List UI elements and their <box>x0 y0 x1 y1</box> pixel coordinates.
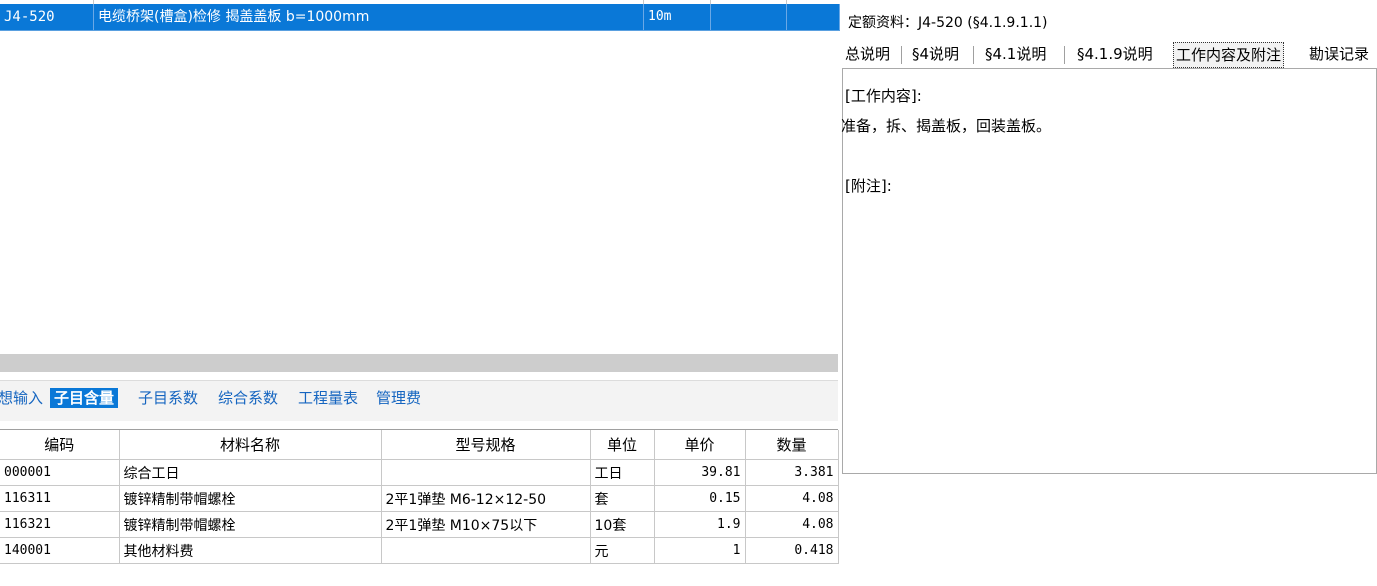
notes-heading: [附注]: <box>845 177 892 195</box>
quota-list-pane: J4-520 电缆桥架(槽盒)检修 揭盖盖板 b=1000mm 10m 想输入 … <box>0 0 840 585</box>
tab-section-4-1-9-notes[interactable]: §4.1.9说明 <box>1075 42 1155 66</box>
cell-price[interactable]: 0.15 <box>654 485 746 512</box>
quota-info-tabs: 总说明 §4说明 §4.1说明 §4.1.9说明 工作内容及附注 勘误记录 <box>840 42 1377 68</box>
tab-section-4-notes[interactable]: §4说明 <box>910 42 961 66</box>
tab-errata[interactable]: 勘误记录 <box>1307 42 1371 66</box>
column-header-unit[interactable]: 单位 <box>590 430 655 460</box>
column-header-code[interactable]: 编码 <box>0 430 120 460</box>
tab-sub-item-coefficient[interactable]: 子目系数 <box>138 388 198 408</box>
cell-qty[interactable]: 4.08 <box>745 511 839 538</box>
work-content-text: 准备，拆、揭盖板，回装盖板。 <box>841 117 1052 135</box>
right-top-edge <box>840 0 1377 4</box>
quota-empty-cell[interactable] <box>711 4 787 30</box>
table-row[interactable]: 116321 镀锌精制带帽螺栓 2平1弹垫 M10×75以下 10套 1.9 4… <box>0 511 839 538</box>
cell-name[interactable]: 镀锌精制带帽螺栓 <box>119 485 382 512</box>
cell-name[interactable]: 综合工日 <box>119 459 382 486</box>
cell-price[interactable]: 1.9 <box>654 511 746 538</box>
tab-general-notes[interactable]: 总说明 <box>843 42 892 66</box>
selected-quota-row[interactable]: J4-520 电缆桥架(槽盒)检修 揭盖盖板 b=1000mm 10m <box>0 4 840 31</box>
cell-code[interactable]: 000001 <box>0 459 120 486</box>
table-row[interactable]: 140001 其他材料费 元 1 0.418 <box>0 537 839 564</box>
table-row[interactable]: 116311 镀锌精制带帽螺栓 2平1弹垫 M6-12×12-50 套 0.15… <box>0 485 839 512</box>
table-header-row: 编码 材料名称 型号规格 单位 单价 数量 <box>0 430 839 460</box>
tab-section-4-1-notes[interactable]: §4.1说明 <box>983 42 1048 66</box>
tab-sub-item-content[interactable]: 子目含量 <box>50 388 119 408</box>
work-content-box: [工作内容]: 准备，拆、揭盖板，回装盖板。 [附注]: <box>841 68 1377 474</box>
cell-code[interactable]: 116321 <box>0 511 120 538</box>
tab-management-fee[interactable]: 管理费 <box>376 388 421 408</box>
quota-code-cell[interactable]: J4-520 <box>0 4 94 30</box>
cell-spec[interactable] <box>381 537 591 564</box>
horizontal-scrollbar[interactable] <box>0 354 838 372</box>
tab-separator <box>973 46 974 64</box>
cell-price[interactable]: 39.81 <box>654 459 746 486</box>
column-header-price[interactable]: 单价 <box>654 430 746 460</box>
tab-separator <box>1064 46 1065 64</box>
cell-code[interactable]: 140001 <box>0 537 120 564</box>
tab-work-content-notes[interactable]: 工作内容及附注 <box>1173 42 1285 68</box>
tab-separator <box>901 46 902 64</box>
work-content-heading: [工作内容]: <box>845 87 922 105</box>
cell-name[interactable]: 其他材料费 <box>119 537 382 564</box>
cell-qty[interactable]: 3.381 <box>745 459 839 486</box>
cell-unit[interactable]: 元 <box>590 537 655 564</box>
cell-qty[interactable]: 0.418 <box>745 537 839 564</box>
quota-empty-cell[interactable] <box>787 4 840 30</box>
quota-unit-cell[interactable]: 10m <box>644 4 711 30</box>
cell-unit[interactable]: 工日 <box>590 459 655 486</box>
cell-spec[interactable]: 2平1弹垫 M6-12×12-50 <box>381 485 591 512</box>
cell-unit[interactable]: 10套 <box>590 511 655 538</box>
quota-info-title: 定额资料：J4-520 (§4.1.9.1.1) <box>848 15 1048 31</box>
materials-table: 编码 材料名称 型号规格 单位 单价 数量 000001 综合工日 工日 39.… <box>0 429 839 586</box>
column-header-qty[interactable]: 数量 <box>745 430 839 460</box>
cell-spec[interactable] <box>381 459 591 486</box>
column-header-name[interactable]: 材料名称 <box>119 430 382 460</box>
cell-code[interactable]: 116311 <box>0 485 120 512</box>
column-header-spec[interactable]: 型号规格 <box>381 430 591 460</box>
cell-name[interactable]: 镀锌精制带帽螺栓 <box>119 511 382 538</box>
tab-composite-coefficient[interactable]: 综合系数 <box>218 388 278 408</box>
bottom-tab-strip: 想输入 子目含量 子目系数 综合系数 工程量表 管理费 <box>0 380 838 421</box>
cell-price[interactable]: 1 <box>654 537 746 564</box>
table-row[interactable]: 000001 综合工日 工日 39.81 3.381 <box>0 459 839 486</box>
cell-qty[interactable]: 4.08 <box>745 485 839 512</box>
tab-quantity-table[interactable]: 工程量表 <box>298 388 358 408</box>
quota-name-cell[interactable]: 电缆桥架(槽盒)检修 揭盖盖板 b=1000mm <box>94 4 644 30</box>
quota-info-pane: 定额资料：J4-520 (§4.1.9.1.1) 总说明 §4说明 §4.1说明… <box>840 0 1377 585</box>
cell-unit[interactable]: 套 <box>590 485 655 512</box>
cell-spec[interactable]: 2平1弹垫 M10×75以下 <box>381 511 591 538</box>
tab-input[interactable]: 想输入 <box>0 388 43 408</box>
